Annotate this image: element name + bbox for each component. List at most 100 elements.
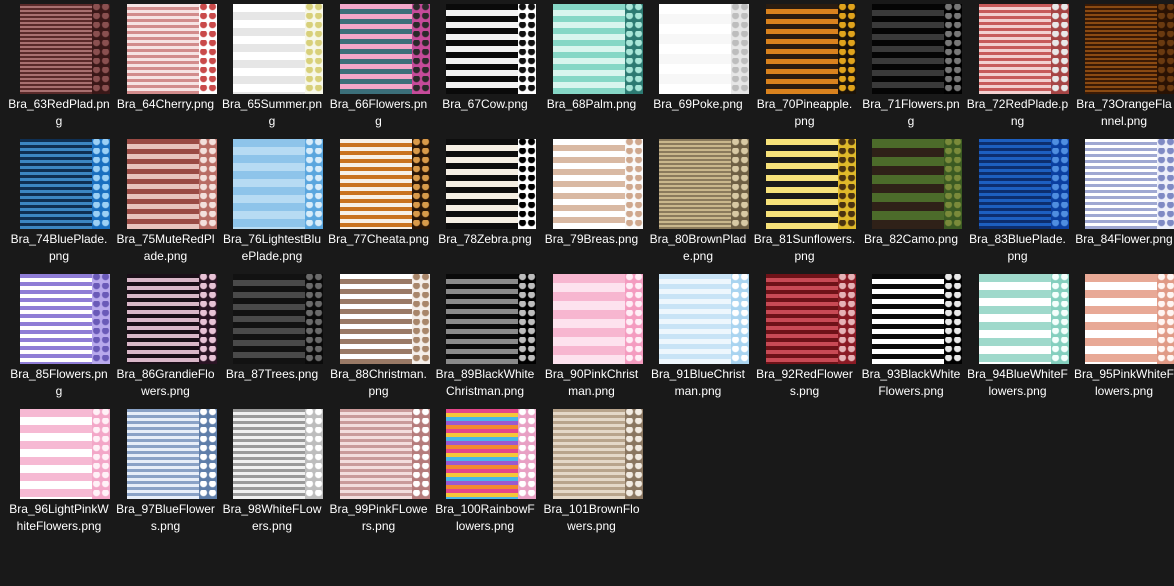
file-name: Bra_78Zebra.png [438,232,532,246]
file-item[interactable]: Bra_75MuteRedPlade.png [113,135,219,285]
file-item[interactable]: Bra_88Christman.png [326,270,432,420]
summer-stripe-thumbnail-icon [233,4,323,94]
file-item[interactable]: Bra_83BluePlade.png [965,135,1071,285]
file-name: Bra_88Christman.png [330,367,427,398]
red-plade-stripe-thumbnail-icon [978,4,1069,94]
christmas-stripe-thumbnail-icon [339,274,430,364]
file-item[interactable]: Bra_71Flowers.png [858,0,964,150]
file-item[interactable]: Bra_98WhiteFLowers.png [219,405,325,555]
pink-flowers-stripe-thumbnail-icon [339,409,430,499]
file-item[interactable]: Bra_87Trees.png [219,270,325,420]
file-name: Bra_90PinkChristman.png [544,367,639,398]
file-item[interactable]: Bra_91BlueChristman.png [645,270,751,420]
rainbow-flowers-stripe-thumbnail-icon [446,409,536,499]
blue-flowers-stripe-thumbnail-icon [126,409,217,499]
file-name: Bra_84Flower.png [1075,232,1173,246]
pink-white-flowers-stripe-thumbnail-icon [1085,274,1174,364]
white-flowers-stripe-thumbnail-icon [233,409,323,499]
file-name: Bra_95PinkWhiteFlowers.png [1073,367,1174,398]
file-item[interactable]: Bra_68Palm.png [539,0,645,150]
file-name: Bra_63RedPlad.png [8,97,110,128]
palm-stripe-thumbnail-icon [552,4,643,94]
black-white-christmas-stripe-thumbnail-icon [446,274,536,364]
file-name: Bra_83BluePlade.png [969,232,1066,263]
file-item[interactable]: Bra_99PinkFLowers.png [326,405,432,555]
black-flowers-stripe-thumbnail-icon [872,4,962,94]
file-item[interactable]: Bra_94BlueWhiteFlowers.png [965,270,1071,420]
file-item[interactable]: Bra_93BlackWhiteFlowers.png [858,270,964,420]
red-flowers-stripe-thumbnail-icon [765,274,856,364]
file-item[interactable]: Bra_84Flower.png [1071,135,1174,285]
file-item[interactable]: Bra_66Flowers.png [326,0,432,150]
file-name: Bra_99PinkFLowers.png [329,502,428,533]
file-item[interactable]: Bra_86GrandieFlowers.png [113,270,219,420]
file-name: Bra_75MuteRedPlade.png [116,232,215,263]
zebra-stripe-thumbnail-icon [446,139,536,229]
file-name: Bra_73OrangeFlannel.png [1076,97,1172,128]
brown-flowers-stripe-thumbnail-icon [552,409,643,499]
file-name: Bra_74BluePlade.png [10,232,108,263]
cow-stripe-thumbnail-icon [446,4,536,94]
grandie-flowers-stripe-thumbnail-icon [126,274,217,364]
file-name: Bra_87Trees.png [225,367,319,381]
sunflowers-stripe-thumbnail-icon [765,139,856,229]
file-item[interactable]: Bra_77Cheata.png [326,135,432,285]
file-name: Bra_101BrownFlowers.png [543,502,640,533]
file-item[interactable]: Bra_80BrownPlade.png [645,135,751,285]
file-name: Bra_64Cherry.png [116,97,215,111]
file-name: Bra_71Flowers.png [862,97,960,128]
file-item[interactable]: Bra_69Poke.png [645,0,751,150]
file-name: Bra_76LightestBluePlade.png [222,232,322,263]
file-item[interactable]: Bra_95PinkWhiteFlowers.png [1071,270,1174,420]
file-item[interactable]: Bra_73OrangeFlannel.png [1071,0,1174,150]
file-item[interactable]: Bra_72RedPlade.png [965,0,1071,150]
file-item[interactable]: Bra_70Pineapple.png [752,0,858,150]
file-item[interactable]: Bra_97BlueFlowers.png [113,405,219,555]
pink-christmas-stripe-thumbnail-icon [552,274,643,364]
file-item[interactable]: Bra_76LightestBluePlade.png [219,135,325,285]
file-item[interactable]: Bra_82Camo.png [858,135,964,285]
file-item[interactable]: Bra_100RainbowFlowers.png [432,405,538,555]
lightest-blue-plade-stripe-thumbnail-icon [233,139,323,229]
brown-plade-stripe-thumbnail-icon [659,139,749,229]
file-item[interactable]: Bra_90PinkChristman.png [539,270,645,420]
cheetah-stripe-thumbnail-icon [339,139,430,229]
red-plaid-stripe-thumbnail-icon [20,4,110,94]
breast-stripe-thumbnail-icon [552,139,643,229]
file-name: Bra_77Cheata.png [328,232,429,246]
file-item[interactable]: Bra_67Cow.png [432,0,538,150]
flower-stripe-thumbnail-icon [1085,139,1174,229]
file-item[interactable]: Bra_64Cherry.png [113,0,219,150]
file-item[interactable]: Bra_85Flowers.png [6,270,112,420]
file-name: Bra_92RedFlowers.png [756,367,853,398]
file-item[interactable]: Bra_101BrownFlowers.png [539,405,645,555]
file-item[interactable]: Bra_63RedPlad.png [6,0,112,150]
orange-flannel-stripe-thumbnail-icon [1085,4,1174,94]
file-item[interactable]: Bra_89BlackWhiteChristman.png [432,270,538,420]
file-item[interactable]: Bra_78Zebra.png [432,135,538,285]
file-item[interactable]: Bra_74BluePlade.png [6,135,112,285]
file-name: Bra_69Poke.png [653,97,743,111]
file-name: Bra_91BlueChristman.png [650,367,746,398]
file-name: Bra_97BlueFlowers.png [116,502,215,533]
file-name: Bra_93BlackWhiteFlowers.png [861,367,961,398]
file-item[interactable]: Bra_81Sunflowers.png [752,135,858,285]
file-name: Bra_98WhiteFLowers.png [222,502,322,533]
poke-stripe-thumbnail-icon [659,4,749,94]
file-name: Bra_65Summer.png [221,97,323,128]
file-name: Bra_66Flowers.png [329,97,428,128]
file-grid: Bra_63RedPlad.png Bra_64Cherry.png Bra_65S… [0,0,1174,586]
mute-red-plade-stripe-thumbnail-icon [126,139,217,229]
flowers-stripe-thumbnail-icon [339,4,430,94]
black-white-flowers-stripe-thumbnail-icon [872,274,962,364]
file-name: Bra_79Breas.png [544,232,639,246]
file-item[interactable]: Bra_79Breas.png [539,135,645,285]
cherry-stripe-thumbnail-icon [126,4,217,94]
file-item[interactable]: Bra_92RedFlowers.png [752,270,858,420]
file-name: Bra_68Palm.png [546,97,637,111]
file-item[interactable]: Bra_65Summer.png [219,0,325,150]
file-name: Bra_80BrownPlade.png [649,232,747,263]
blue-plade-2-stripe-thumbnail-icon [978,139,1069,229]
blue-white-flowers-stripe-thumbnail-icon [978,274,1069,364]
file-item[interactable]: Bra_96LightPinkWhiteFlowers.png [6,405,112,555]
